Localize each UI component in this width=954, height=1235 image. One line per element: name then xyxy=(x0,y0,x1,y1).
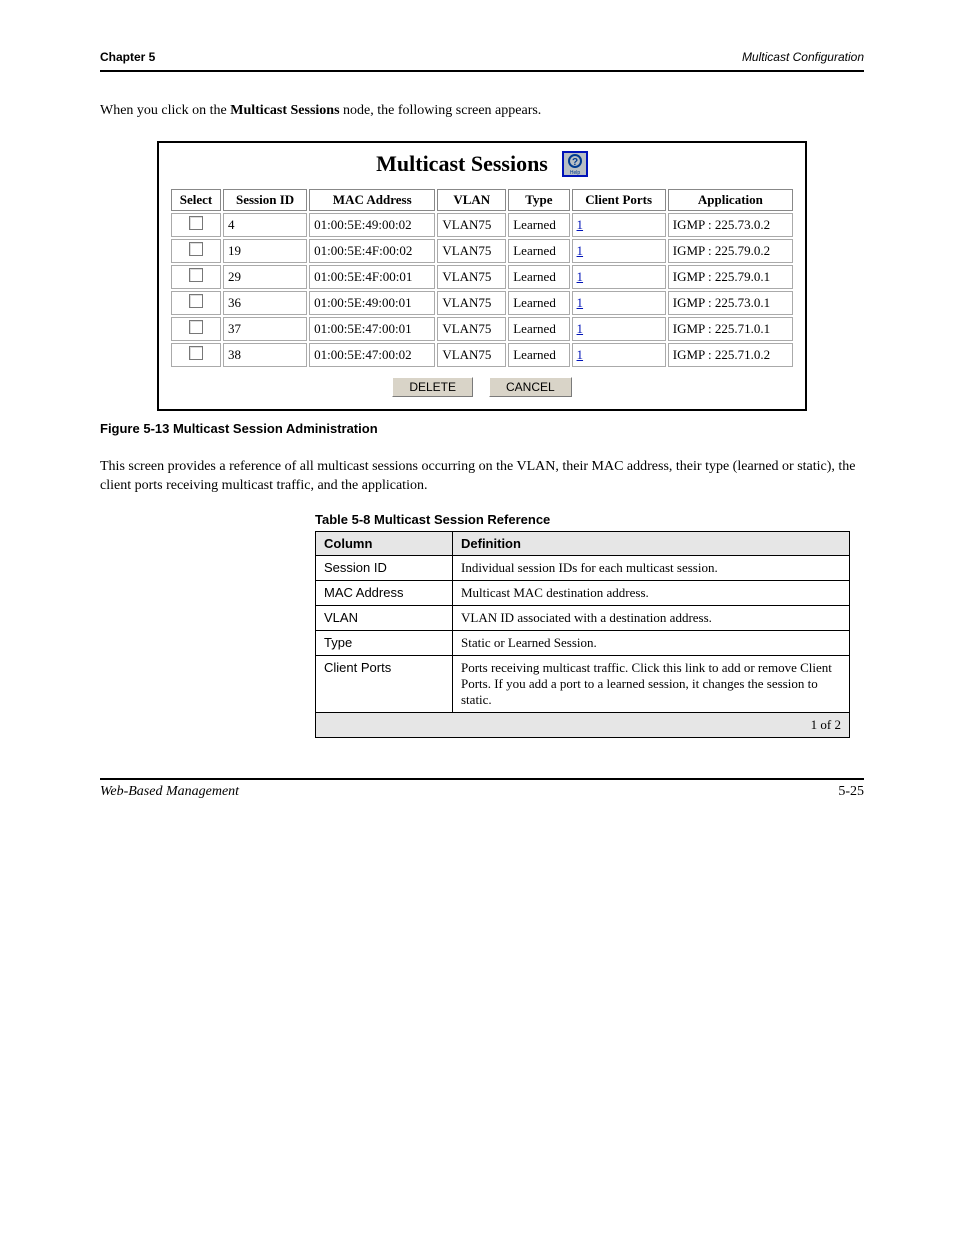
cell-vlan: VLAN75 xyxy=(437,265,506,289)
ref-cell-key: VLAN xyxy=(316,605,453,630)
table-row: 36 01:00:5E:49:00:01 VLAN75 Learned 1 IG… xyxy=(171,291,793,315)
multicast-sessions-ref: Multicast Sessions xyxy=(230,103,339,118)
client-ports-link[interactable]: 1 xyxy=(577,243,584,258)
col-select: Select xyxy=(171,189,221,211)
cell-session-id: 19 xyxy=(223,239,307,263)
ref-row: Client Ports Ports receiving multicast t… xyxy=(316,655,850,712)
ref-pagination: 1 of 2 xyxy=(316,712,850,737)
figure-caption-text: Multicast Session Administration xyxy=(169,421,377,436)
ref-cell-key: Session ID xyxy=(316,555,453,580)
footer-page-number: 5-25 xyxy=(838,784,864,800)
cell-application: IGMP : 225.73.0.1 xyxy=(668,291,793,315)
col-vlan: VLAN xyxy=(437,189,506,211)
col-application: Application xyxy=(668,189,793,211)
intro-text-1: When you click on the xyxy=(100,103,230,118)
client-ports-link[interactable]: 1 xyxy=(577,217,584,232)
rule-top xyxy=(100,70,864,72)
cell-type: Learned xyxy=(508,291,569,315)
cell-application: IGMP : 225.71.0.1 xyxy=(668,317,793,341)
table-row: 19 01:00:5E:4F:00:02 VLAN75 Learned 1 IG… xyxy=(171,239,793,263)
multicast-sessions-table: Select Session ID MAC Address VLAN Type … xyxy=(169,187,795,369)
cell-type: Learned xyxy=(508,265,569,289)
ref-head-definition: Definition xyxy=(453,531,850,555)
cell-vlan: VLAN75 xyxy=(437,291,506,315)
ref-row: MAC Address Multicast MAC destination ad… xyxy=(316,580,850,605)
col-mac: MAC Address xyxy=(309,189,435,211)
ref-row: Type Static or Learned Session. xyxy=(316,630,850,655)
row-checkbox[interactable] xyxy=(189,294,203,308)
cell-mac: 01:00:5E:4F:00:01 xyxy=(309,265,435,289)
ref-cell-def: Ports receiving multicast traffic. Click… xyxy=(453,655,850,712)
svg-text:?: ? xyxy=(572,157,578,168)
cell-application: IGMP : 225.79.0.1 xyxy=(668,265,793,289)
ref-head-column: Column xyxy=(316,531,453,555)
cell-application: IGMP : 225.73.0.2 xyxy=(668,213,793,237)
cell-mac: 01:00:5E:47:00:02 xyxy=(309,343,435,367)
table-row: 29 01:00:5E:4F:00:01 VLAN75 Learned 1 IG… xyxy=(171,265,793,289)
table-row: 37 01:00:5E:47:00:01 VLAN75 Learned 1 IG… xyxy=(171,317,793,341)
table-caption-text: Multicast Session Reference xyxy=(370,512,550,527)
client-ports-link[interactable]: 1 xyxy=(577,347,584,362)
row-checkbox[interactable] xyxy=(189,216,203,230)
col-session-id: Session ID xyxy=(223,189,307,211)
ref-cell-key: Type xyxy=(316,630,453,655)
table-caption-label: Table 5-8 xyxy=(315,512,370,527)
cell-application: IGMP : 225.71.0.2 xyxy=(668,343,793,367)
ref-cell-def: Multicast MAC destination address. xyxy=(453,580,850,605)
running-head-section: Multicast Configuration xyxy=(742,50,864,64)
cell-session-id: 36 xyxy=(223,291,307,315)
row-checkbox[interactable] xyxy=(189,346,203,360)
delete-button[interactable]: DELETE xyxy=(392,377,473,397)
cell-vlan: VLAN75 xyxy=(437,213,506,237)
multicast-sessions-panel: Multicast Sessions ? Help Select Session… xyxy=(157,141,807,411)
rule-bottom xyxy=(100,778,864,780)
cell-mac: 01:00:5E:4F:00:02 xyxy=(309,239,435,263)
row-checkbox[interactable] xyxy=(189,268,203,282)
figure-caption-label: Figure 5-13 xyxy=(100,421,169,436)
cell-mac: 01:00:5E:49:00:01 xyxy=(309,291,435,315)
cell-session-id: 29 xyxy=(223,265,307,289)
client-ports-link[interactable]: 1 xyxy=(577,269,584,284)
cell-type: Learned xyxy=(508,317,569,341)
cell-session-id: 37 xyxy=(223,317,307,341)
panel-title: Multicast Sessions xyxy=(376,151,548,177)
row-checkbox[interactable] xyxy=(189,242,203,256)
svg-text:Help: Help xyxy=(570,170,581,176)
cell-vlan: VLAN75 xyxy=(437,343,506,367)
cell-session-id: 4 xyxy=(223,213,307,237)
multicast-reference-table: Column Definition Session ID Individual … xyxy=(315,531,850,738)
client-ports-link[interactable]: 1 xyxy=(577,321,584,336)
ref-cell-key: Client Ports xyxy=(316,655,453,712)
intro-text-2: node, the following screen appears. xyxy=(343,103,541,118)
col-type: Type xyxy=(508,189,569,211)
intro-paragraph: When you click on the Multicast Sessions… xyxy=(100,102,864,121)
cell-application: IGMP : 225.79.0.2 xyxy=(668,239,793,263)
cell-mac: 01:00:5E:49:00:02 xyxy=(309,213,435,237)
cell-type: Learned xyxy=(508,343,569,367)
paragraph-2: This screen provides a reference of all … xyxy=(100,458,864,496)
figure-caption: Figure 5-13 Multicast Session Administra… xyxy=(100,421,864,436)
running-head-chapter: Chapter 5 xyxy=(100,50,155,64)
ref-cell-def: VLAN ID associated with a destination ad… xyxy=(453,605,850,630)
footer-left: Web-Based Management xyxy=(100,784,239,800)
cancel-button[interactable]: CANCEL xyxy=(489,377,572,397)
table-row: 38 01:00:5E:47:00:02 VLAN75 Learned 1 IG… xyxy=(171,343,793,367)
ref-row: Session ID Individual session IDs for ea… xyxy=(316,555,850,580)
help-icon[interactable]: ? Help xyxy=(562,151,588,177)
cell-vlan: VLAN75 xyxy=(437,239,506,263)
ref-cell-key: MAC Address xyxy=(316,580,453,605)
table-caption: Table 5-8 Multicast Session Reference xyxy=(315,512,864,527)
row-checkbox[interactable] xyxy=(189,320,203,334)
ref-row: VLAN VLAN ID associated with a destinati… xyxy=(316,605,850,630)
cell-type: Learned xyxy=(508,239,569,263)
table-row: 4 01:00:5E:49:00:02 VLAN75 Learned 1 IGM… xyxy=(171,213,793,237)
ref-cell-def: Individual session IDs for each multicas… xyxy=(453,555,850,580)
cell-mac: 01:00:5E:47:00:01 xyxy=(309,317,435,341)
cell-vlan: VLAN75 xyxy=(437,317,506,341)
client-ports-link[interactable]: 1 xyxy=(577,295,584,310)
cell-session-id: 38 xyxy=(223,343,307,367)
cell-type: Learned xyxy=(508,213,569,237)
ref-cell-def: Static or Learned Session. xyxy=(453,630,850,655)
col-client-ports: Client Ports xyxy=(572,189,666,211)
